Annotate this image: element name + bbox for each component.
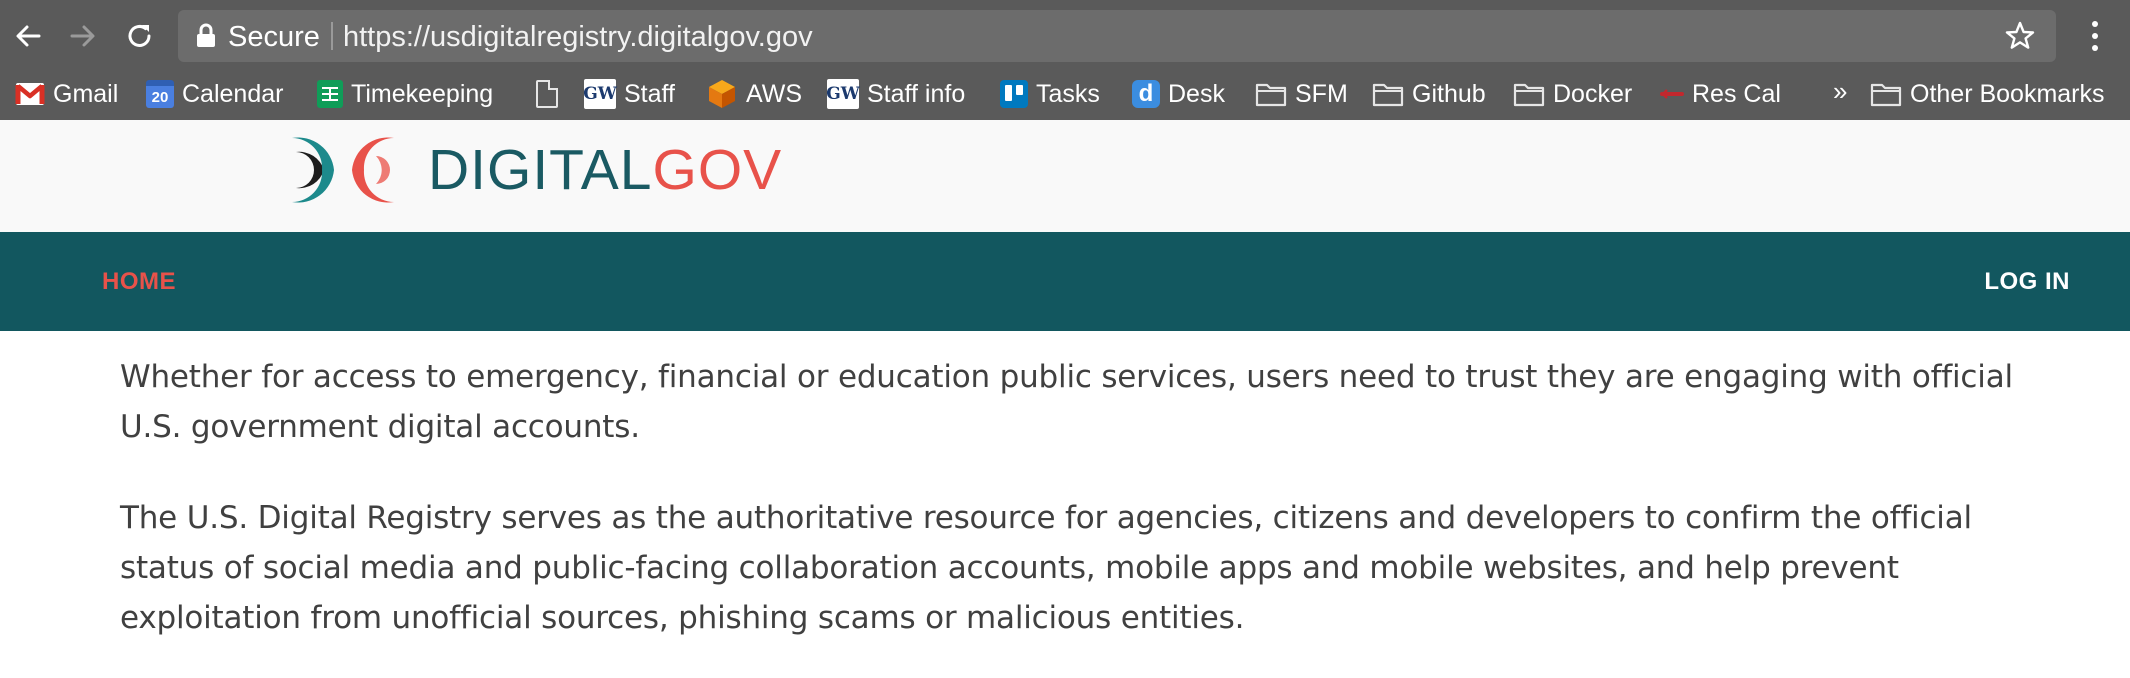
browser-toolbar: Secure https://usdigitalregistry.digital… — [0, 0, 2130, 72]
bookmarks-bar: Gmail 20 Calendar Timekeeping GW Staff A… — [0, 72, 2130, 120]
bookmark-label: Timekeeping — [351, 79, 494, 108]
rescal-icon — [1660, 88, 1684, 100]
site-header: DIGITALGOV — [0, 120, 2130, 232]
security-status-label: Secure — [228, 21, 320, 53]
intro-paragraph: Whether for access to emergency, financi… — [120, 359, 2013, 445]
bookmark-label: Other Bookmarks — [1910, 79, 2105, 108]
sheets-icon — [317, 80, 343, 108]
logo-wordmark: DIGITALGOV — [428, 137, 783, 202]
bookmark-label: Github — [1412, 79, 1486, 108]
desk-icon: d — [1132, 80, 1160, 108]
url-text[interactable]: https://usdigitalregistry.digitalgov.gov — [343, 21, 813, 54]
bookmark-label: AWS — [746, 79, 803, 108]
bookmark-timekeeping[interactable]: Timekeeping — [317, 75, 493, 113]
digitalgov-logo-mark-icon — [292, 136, 402, 204]
bookmark-label: Staff info — [867, 79, 966, 108]
bookmark-folder-docker[interactable]: Docker — [1513, 75, 1632, 113]
registry-paragraph: The U.S. Digital Registry serves as the … — [120, 500, 1972, 636]
calendar-icon: 20 — [146, 80, 174, 108]
bookmark-staff[interactable]: GW Staff — [583, 75, 675, 113]
lock-icon — [197, 23, 215, 47]
url-separator — [331, 22, 333, 50]
bookmark-label: Staff — [624, 79, 675, 108]
nav-login-link[interactable]: LOG IN — [1984, 268, 2070, 296]
reload-button[interactable] — [120, 16, 160, 56]
site-nav: HOME LOG IN — [0, 232, 2130, 331]
site-logo[interactable]: DIGITALGOV — [290, 129, 782, 211]
page-icon — [536, 80, 558, 108]
bookmark-label: Calendar — [182, 79, 284, 108]
gw-icon: GW — [583, 79, 617, 109]
bookmark-desk[interactable]: d Desk — [1132, 75, 1225, 113]
bookmark-label: Gmail — [53, 79, 119, 108]
gw-icon: GW — [826, 79, 860, 109]
back-arrow-icon — [16, 25, 41, 47]
bookmark-aws[interactable]: AWS — [706, 75, 802, 113]
kebab-menu-icon[interactable] — [2080, 16, 2110, 56]
bookmark-calendar[interactable]: 20 Calendar — [146, 75, 283, 113]
gmail-icon — [15, 82, 45, 106]
back-button[interactable] — [8, 16, 48, 56]
browser-chrome: Secure https://usdigitalregistry.digital… — [0, 0, 2130, 120]
bookmark-tasks[interactable]: Tasks — [1000, 75, 1100, 113]
trello-icon — [1000, 80, 1028, 108]
bookmark-folder-github[interactable]: Github — [1372, 75, 1486, 113]
bookmark-folder-sfm[interactable]: SFM — [1255, 75, 1348, 113]
bookmark-untitled-page[interactable] — [536, 75, 558, 113]
address-bar[interactable]: Secure https://usdigitalregistry.digital… — [178, 10, 2056, 62]
bookmark-label: Desk — [1168, 79, 1225, 108]
star-icon[interactable] — [2004, 20, 2036, 52]
folder-icon — [1372, 81, 1404, 107]
forward-arrow-icon — [70, 25, 95, 47]
bookmark-staff-info[interactable]: GW Staff info — [826, 75, 966, 113]
bookmark-res-cal[interactable]: Res Cal — [1660, 75, 1781, 113]
bookmark-label: Res Cal — [1692, 79, 1781, 108]
folder-icon — [1513, 81, 1545, 107]
bookmark-label: Docker — [1553, 79, 1633, 108]
reload-icon — [128, 25, 151, 47]
folder-icon — [1255, 81, 1287, 107]
nav-home-link[interactable]: HOME — [102, 268, 176, 296]
forward-button[interactable] — [63, 16, 103, 56]
bookmark-other-bookmarks[interactable]: Other Bookmarks — [1870, 75, 2105, 113]
bookmark-label: SFM — [1295, 79, 1348, 108]
folder-icon — [1870, 81, 1902, 107]
bookmark-gmail[interactable]: Gmail — [15, 75, 118, 113]
bookmark-label: Tasks — [1036, 79, 1100, 108]
aws-icon — [706, 78, 738, 110]
main-content: Whether for access to emergency, financi… — [120, 352, 2020, 643]
bookmarks-overflow-button[interactable]: » — [1833, 76, 1847, 107]
